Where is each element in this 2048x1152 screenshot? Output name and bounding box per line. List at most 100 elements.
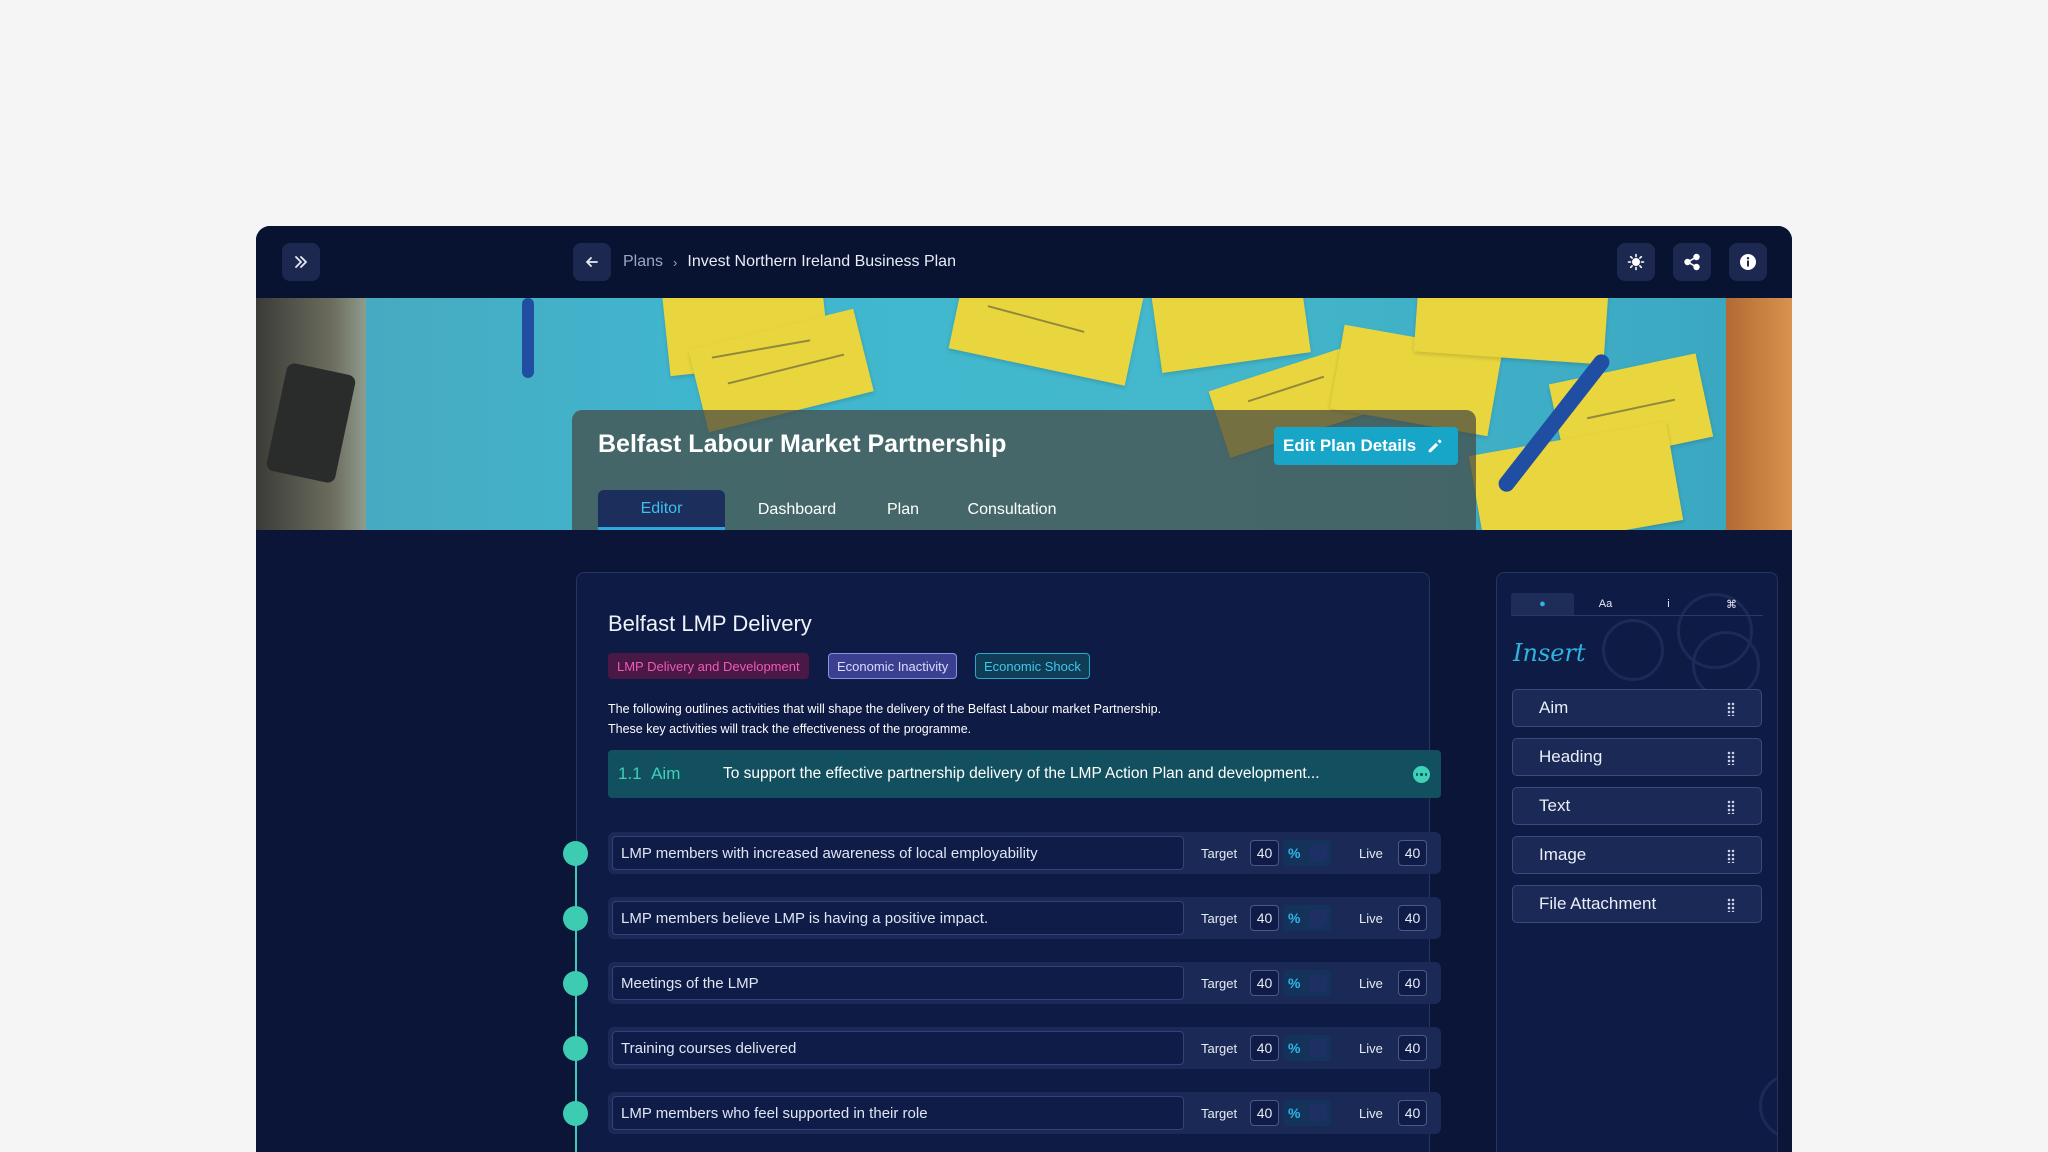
percent-checkbox[interactable] xyxy=(1309,1104,1327,1122)
kpi-row: LMP members who feel supported in their … xyxy=(563,1092,1441,1134)
edit-plan-details-button[interactable]: Edit Plan Details xyxy=(1274,427,1459,465)
plan-title: Belfast Labour Market Partnership xyxy=(598,430,1007,458)
insert-title: Insert xyxy=(1513,639,1586,667)
tab-editor[interactable]: Editor xyxy=(598,490,725,530)
kpi-text-input[interactable]: LMP members believe LMP is having a posi… xyxy=(612,901,1184,935)
target-label: Target xyxy=(1201,1040,1238,1056)
app-window: Plans › Invest Northern Ireland Business… xyxy=(256,226,1792,1152)
insert-item-label: Image xyxy=(1539,845,1587,864)
live-value[interactable]: 40 xyxy=(1398,1035,1427,1061)
breadcrumb: Plans › Invest Northern Ireland Business… xyxy=(623,226,956,298)
target-label: Target xyxy=(1201,1105,1238,1121)
breadcrumb-plans-link[interactable]: Plans xyxy=(623,253,663,271)
target-value[interactable]: 40 xyxy=(1250,840,1279,866)
percent-symbol: % xyxy=(1288,910,1301,926)
expand-sidebar-button[interactable] xyxy=(282,243,320,281)
kpi-row: LMP members with increased awareness of … xyxy=(563,832,1441,874)
insert-item-label: File Attachment xyxy=(1539,894,1657,913)
target-label: Target xyxy=(1201,975,1238,991)
decorative-circle xyxy=(1759,1073,1777,1139)
insert-item-aim[interactable]: Aim xyxy=(1512,689,1762,727)
edit-plan-details-label: Edit Plan Details xyxy=(1283,436,1417,455)
target-value[interactable]: 40 xyxy=(1250,1035,1279,1061)
live-label: Live xyxy=(1359,845,1383,861)
pencil-icon xyxy=(1428,439,1442,453)
kpi-row: Meetings of the LMP Target 40 % Live 40 xyxy=(563,962,1441,1004)
tab-shortcuts[interactable]: ⌘ xyxy=(1700,593,1763,615)
info-icon xyxy=(1740,254,1756,270)
percent-toggle[interactable]: % xyxy=(1283,840,1331,866)
percent-symbol: % xyxy=(1288,1105,1301,1121)
percent-toggle[interactable]: % xyxy=(1283,1035,1331,1061)
description-line-2: These key activities will track the effe… xyxy=(608,722,972,736)
drag-handle-icon[interactable] xyxy=(1727,751,1735,765)
aim-word: Aim xyxy=(651,764,681,783)
live-label: Live xyxy=(1359,1105,1383,1121)
decorative-circle xyxy=(1602,619,1664,681)
kpi-text-input[interactable]: LMP members with increased awareness of … xyxy=(612,836,1184,870)
aim-row[interactable]: 1.1 Aim To support the effective partner… xyxy=(608,750,1441,798)
insert-item-heading[interactable]: Heading xyxy=(1512,738,1762,776)
share-icon xyxy=(1684,253,1700,271)
percent-checkbox[interactable] xyxy=(1309,1039,1327,1057)
kpi-row: LMP members believe LMP is having a posi… xyxy=(563,897,1441,939)
live-value[interactable]: 40 xyxy=(1398,840,1427,866)
hero-banner-image: Belfast Labour Market Partnership Edit P… xyxy=(256,298,1792,530)
back-button[interactable] xyxy=(573,243,611,281)
chevrons-right-icon xyxy=(295,256,307,268)
percent-symbol: % xyxy=(1288,845,1301,861)
tab-elements[interactable]: ● xyxy=(1511,593,1574,615)
theme-toggle-button[interactable] xyxy=(1617,243,1655,281)
arrow-left-icon xyxy=(586,257,598,267)
target-label: Target xyxy=(1201,910,1238,926)
insert-item-label: Aim xyxy=(1539,698,1569,717)
drag-handle-icon[interactable] xyxy=(1727,898,1735,912)
percent-toggle[interactable]: % xyxy=(1283,905,1331,931)
kpi-text-input[interactable]: LMP members who feel supported in their … xyxy=(612,1096,1184,1130)
percent-toggle[interactable]: % xyxy=(1283,1100,1331,1126)
target-value[interactable]: 40 xyxy=(1250,1100,1279,1126)
insert-item-file-attachment[interactable]: File Attachment xyxy=(1512,885,1762,923)
percent-checkbox[interactable] xyxy=(1309,974,1327,992)
percent-toggle[interactable]: % xyxy=(1283,970,1331,996)
plan-header-card: Belfast Labour Market Partnership Edit P… xyxy=(572,410,1476,530)
percent-symbol: % xyxy=(1288,1040,1301,1056)
tag-lmp-delivery[interactable]: LMP Delivery and Development xyxy=(608,653,809,679)
timeline-line xyxy=(575,846,577,1152)
insert-item-label: Text xyxy=(1539,796,1571,815)
info-button[interactable] xyxy=(1729,243,1767,281)
tab-dashboard[interactable]: Dashboard xyxy=(737,490,857,530)
live-value[interactable]: 40 xyxy=(1398,1100,1427,1126)
target-value[interactable]: 40 xyxy=(1250,905,1279,931)
target-label: Target xyxy=(1201,845,1238,861)
editor-panel: Belfast LMP Delivery LMP Delivery and De… xyxy=(563,572,1441,1152)
tab-info[interactable]: i xyxy=(1637,593,1700,615)
drag-handle-icon[interactable] xyxy=(1727,849,1735,863)
live-value[interactable]: 40 xyxy=(1398,905,1427,931)
drag-handle-icon[interactable] xyxy=(1727,800,1735,814)
breadcrumb-current: Invest Northern Ireland Business Plan xyxy=(687,253,956,270)
more-options-icon[interactable] xyxy=(1413,766,1430,783)
share-button[interactable] xyxy=(1673,243,1711,281)
percent-checkbox[interactable] xyxy=(1309,909,1327,927)
insert-item-text[interactable]: Text xyxy=(1512,787,1762,825)
tab-plan[interactable]: Plan xyxy=(872,490,934,530)
tag-economic-inactivity[interactable]: Economic Inactivity xyxy=(828,653,958,679)
tab-consultation[interactable]: Consultation xyxy=(947,490,1077,530)
insert-item-label: Heading xyxy=(1539,747,1603,766)
insert-panel: ● Aa i ⌘ Insert Aim Heading Text Image F… xyxy=(1496,572,1778,1152)
kpi-text-input[interactable]: Meetings of the LMP xyxy=(612,966,1184,1000)
insert-item-image[interactable]: Image xyxy=(1512,836,1762,874)
aim-label: 1.1 Aim xyxy=(618,750,680,798)
drag-handle-icon[interactable] xyxy=(1727,702,1735,716)
live-label: Live xyxy=(1359,910,1383,926)
aim-text: To support the effective partnership del… xyxy=(723,765,1320,782)
aim-number: 1.1 xyxy=(618,764,642,783)
kpi-text-input[interactable]: Training courses delivered xyxy=(612,1031,1184,1065)
tab-typography[interactable]: Aa xyxy=(1574,593,1637,615)
tag-economic-shock[interactable]: Economic Shock xyxy=(975,653,1090,679)
live-value[interactable]: 40 xyxy=(1398,970,1427,996)
percent-checkbox[interactable] xyxy=(1309,844,1327,862)
live-label: Live xyxy=(1359,975,1383,991)
target-value[interactable]: 40 xyxy=(1250,970,1279,996)
